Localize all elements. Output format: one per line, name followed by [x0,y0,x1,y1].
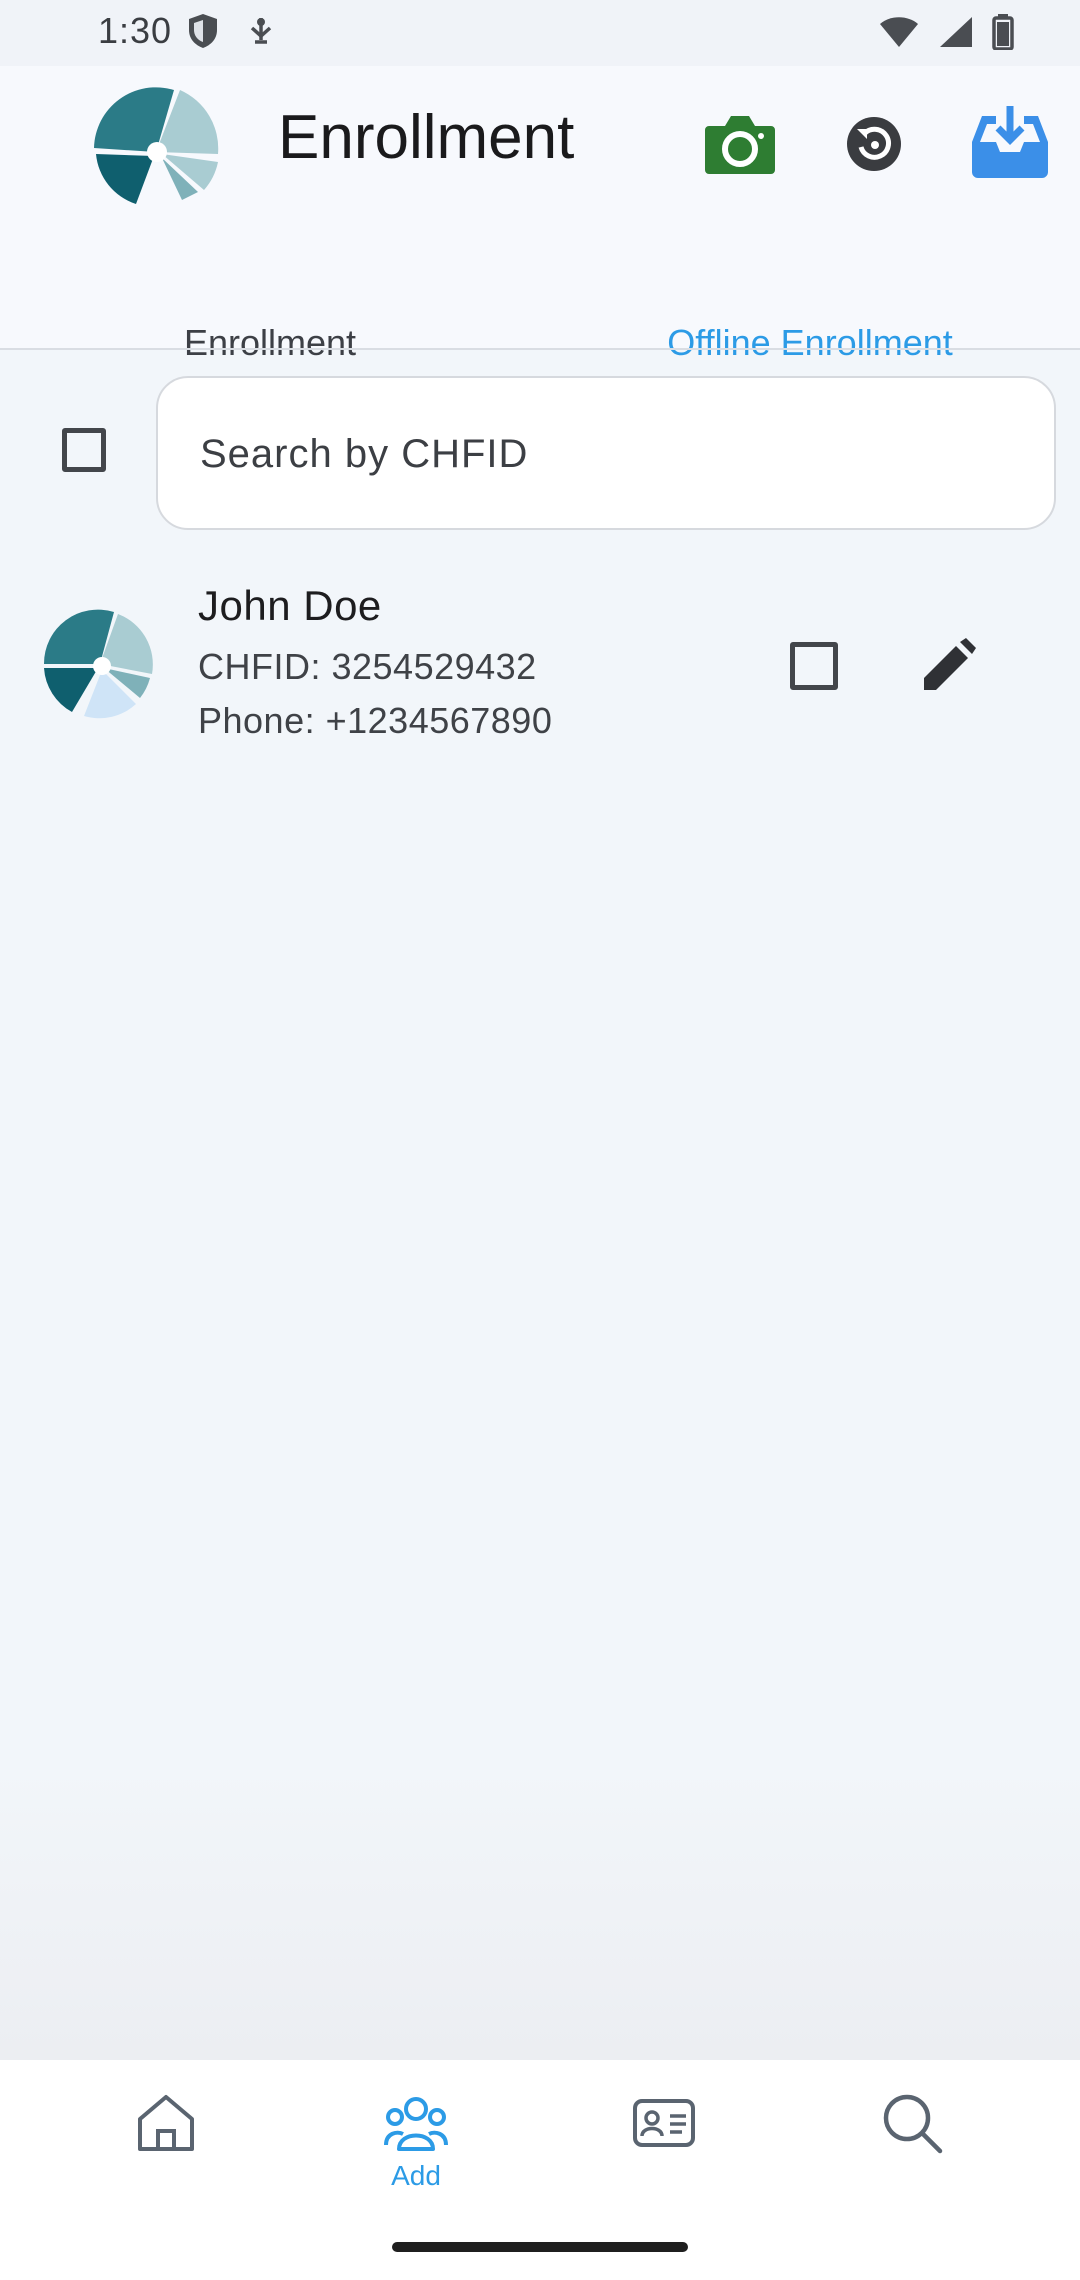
status-bar: 1:30 [0,0,1080,66]
history-icon [845,115,903,178]
item-chfid: CHFID: 3254529432 [198,646,537,687]
tabs-divider [0,348,1080,350]
item-name: John Doe [198,582,382,629]
edit-button[interactable] [918,636,978,696]
shield-icon [186,12,220,55]
openimis-logo [84,82,224,222]
usb-debug-icon [246,14,276,53]
camera-button[interactable] [700,106,780,186]
users-add-icon [381,2088,451,2158]
nav-id-card[interactable] [564,2060,764,2210]
download-tray-icon [966,104,1054,185]
home-icon [131,2088,201,2158]
home-indicator[interactable] [392,2242,688,2252]
list-item[interactable]: John Doe CHFID: 3254529432 Phone: +12345… [0,570,1080,760]
signal-icon [938,15,974,54]
page-title: Enrollment [278,103,575,172]
app-header: Enrollment Enrollment Offline Enrollment [0,66,1080,416]
nav-home[interactable] [66,2060,266,2210]
item-select-checkbox[interactable] [790,642,838,690]
nav-search[interactable] [812,2060,1012,2210]
wifi-icon [878,15,920,54]
camera-icon [703,112,777,181]
nav-add-label: Add [391,2160,441,2191]
battery-icon [992,14,1014,55]
search-input[interactable] [198,378,1022,530]
download-button[interactable] [962,96,1058,192]
select-all-checkbox[interactable] [62,428,106,472]
history-button[interactable] [838,106,910,186]
search-box [156,376,1056,530]
status-time: 1:30 [98,10,173,51]
status-icons-left [186,12,276,55]
search-icon [877,2088,947,2158]
status-icons-right [878,14,1014,55]
avatar [42,608,154,720]
nav-add[interactable]: Add [316,2060,516,2210]
bottom-fade [0,1760,1080,2060]
id-card-icon [629,2088,699,2158]
item-phone: Phone: +1234567890 [198,700,553,741]
pencil-icon [918,638,978,700]
